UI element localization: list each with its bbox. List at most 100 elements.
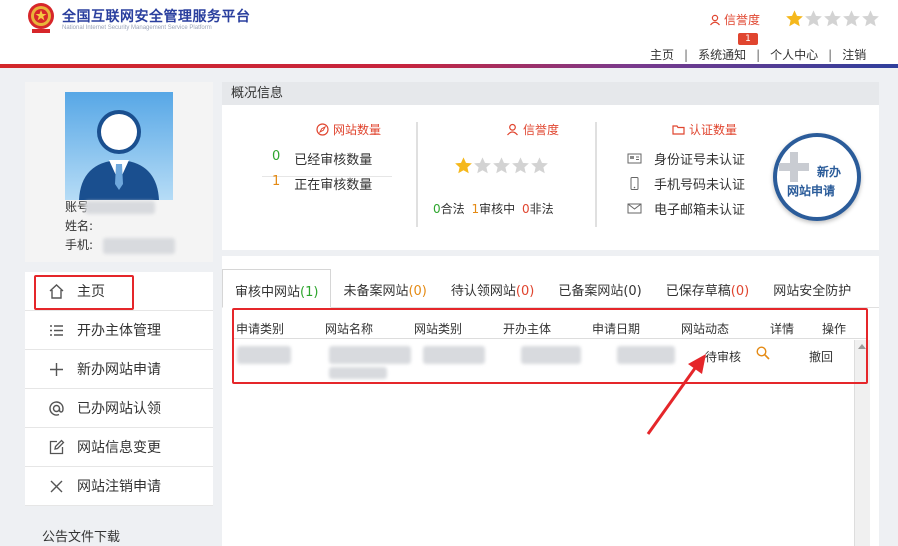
user-icon <box>507 123 518 136</box>
credit-label: 信誉度 <box>724 13 761 27</box>
cert-title: 认证数量 <box>672 121 737 138</box>
new-site-line1: 新办 <box>817 165 842 179</box>
sidebar-item-label: 网站注销申请 <box>77 479 161 495</box>
cert-id-row: 身份证号未认证 <box>627 149 745 168</box>
profile-card: 账号: 姓名: 手机: <box>25 82 213 262</box>
review-label: 审核中 <box>479 202 516 216</box>
site-count-title: 网站数量 <box>316 121 381 138</box>
account-value-blurred <box>85 201 156 214</box>
plus-icon <box>47 360 65 378</box>
cert-id-label: 身份证号未认证 <box>654 153 746 168</box>
new-site-line2: 网站申请 <box>787 184 836 198</box>
sidebar-item-new-site[interactable]: 新办网站申请 <box>25 350 213 389</box>
notification-badge: 1 <box>738 33 758 45</box>
sidebar-item-label: 开办主体管理 <box>77 323 161 339</box>
list-icon <box>47 321 65 339</box>
star-empty-icon <box>843 10 860 27</box>
reviewed-count-row: 0 已经审核数量 <box>272 149 372 168</box>
tab-label: 待认领网站 <box>450 284 516 299</box>
tab-label: 已备案网站 <box>558 284 624 299</box>
highlight-table-box <box>232 308 868 384</box>
nav-separator: | <box>828 47 833 62</box>
credit-title-text: 信誉度 <box>523 123 560 137</box>
site-title: 全国互联网安全管理服务平台 <box>62 9 251 25</box>
site-tabs: 审核中网站(1) 未备案网站(0) 待认领网站(0) 已备案网站(0) 已保存草… <box>222 269 879 308</box>
mail-icon <box>627 203 642 214</box>
reviewing-count: 1 <box>272 174 281 189</box>
profile-account: 账号: <box>65 198 156 215</box>
credit-title: 信誉度 <box>506 121 559 138</box>
sidebar-item-label: 新办网站申请 <box>77 362 161 378</box>
nav-separator: | <box>756 47 761 62</box>
cert-title-text: 认证数量 <box>689 123 738 137</box>
cert-phone-row: 手机号码未认证 <box>627 174 745 193</box>
folder-icon <box>672 125 685 135</box>
nav-separator: | <box>684 47 689 62</box>
cert-phone-label: 手机号码未认证 <box>654 178 746 193</box>
tab-filed[interactable]: 已备案网站(0) <box>546 269 653 308</box>
credit-status-row: 0合法 1审核中 0非法 <box>433 200 554 217</box>
illegal-count: 0 <box>521 202 530 216</box>
sidebar-item-entity-management[interactable]: 开办主体管理 <box>25 311 213 350</box>
star-empty-icon <box>493 157 510 174</box>
tab-label: 网站安全防护 <box>773 284 852 299</box>
cert-email-row: 电子邮箱未认证 <box>627 199 745 218</box>
star-empty-icon <box>805 10 822 27</box>
review-count: 1 <box>471 202 480 216</box>
credit-link[interactable]: 信誉度 <box>709 11 760 28</box>
notice-download-link[interactable]: 公告文件下载 <box>42 526 120 545</box>
column-divider <box>416 122 418 227</box>
reviewed-count-label: 已经审核数量 <box>294 153 373 168</box>
tab-drafts[interactable]: 已保存草稿(0) <box>654 269 761 308</box>
top-nav: 主页 | 系统通知 | 个人中心 | 注销 <box>650 46 866 63</box>
user-avatar-icon <box>79 110 159 200</box>
profile-name: 姓名: <box>65 217 93 234</box>
reviewed-count: 0 <box>272 149 281 164</box>
overview-panel: 概况信息 网站数量 0 已经审核数量 1 正在审核数量 信誉度 0合法 1审核中… <box>222 82 879 250</box>
reviewing-count-row: 1 正在审核数量 <box>272 174 372 193</box>
sidebar-item-change-info[interactable]: 网站信息变更 <box>25 428 213 467</box>
star-filled-icon <box>786 10 803 27</box>
star-filled-icon <box>455 157 472 174</box>
close-icon <box>47 477 65 495</box>
tab-unfiled[interactable]: 未备案网站(0) <box>331 269 438 308</box>
phone-icon <box>630 177 639 190</box>
nav-home[interactable]: 主页 <box>650 46 674 63</box>
credit-rating-stars <box>454 156 549 175</box>
sidebar-item-claim-site[interactable]: 已办网站认领 <box>25 389 213 428</box>
cert-email-label: 电子邮箱未认证 <box>654 203 746 218</box>
tab-count: (0) <box>515 284 535 299</box>
tab-count: (0) <box>730 284 750 299</box>
phone-label: 手机: <box>65 238 94 252</box>
star-empty-icon <box>474 157 491 174</box>
plus-icon-bar <box>779 163 809 171</box>
sidebar-item-label: 网站信息变更 <box>77 440 161 456</box>
nav-personal-center[interactable]: 个人中心 <box>770 46 818 63</box>
sidebar-item-cancel-site[interactable]: 网站注销申请 <box>25 467 213 506</box>
tab-label: 审核中网站 <box>235 285 301 300</box>
site-list-panel: 审核中网站(1) 未备案网站(0) 待认领网站(0) 已备案网站(0) 已保存草… <box>222 256 879 546</box>
profile-phone: 手机: <box>65 236 176 254</box>
at-icon <box>47 399 65 417</box>
id-card-icon <box>627 153 642 164</box>
header: 全国互联网安全管理服务平台 National Internet Security… <box>0 0 898 66</box>
highlight-home-box <box>34 275 134 310</box>
credit-stars <box>785 9 880 28</box>
national-emblem-icon <box>28 3 54 33</box>
nav-notifications[interactable]: 系统通知 <box>698 46 746 63</box>
legal-count: 0 <box>433 202 441 216</box>
tab-count: (0) <box>408 284 427 299</box>
tab-count: (1) <box>300 285 319 300</box>
star-empty-icon <box>512 157 529 174</box>
column-divider <box>595 122 597 227</box>
user-icon <box>710 14 720 25</box>
new-site-apply-button[interactable]: 新办 网站申请 <box>773 133 861 221</box>
tab-reviewing[interactable]: 审核中网站(1) <box>222 269 332 308</box>
annotation-arrow-icon <box>646 354 706 435</box>
star-empty-icon <box>824 10 841 27</box>
illegal-label: 非法 <box>529 202 554 216</box>
tab-to-claim[interactable]: 待认领网站(0) <box>439 269 546 308</box>
header-divider <box>0 64 898 68</box>
tab-security[interactable]: 网站安全防护 <box>761 269 863 308</box>
nav-logout[interactable]: 注销 <box>842 46 866 63</box>
